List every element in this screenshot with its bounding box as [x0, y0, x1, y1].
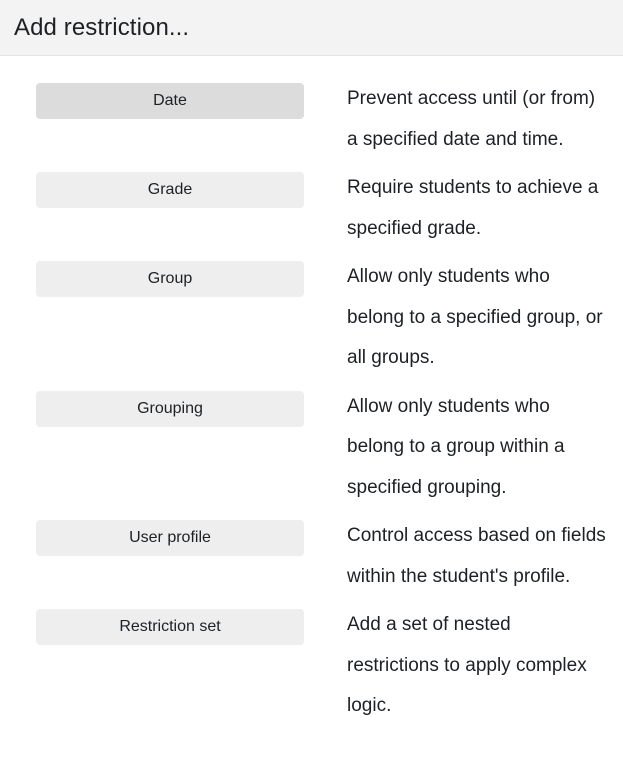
option-description-cell: Require students to achieve a specified …	[347, 172, 623, 253]
dialog-body: Date Prevent access until (or from) a sp…	[0, 56, 623, 731]
restriction-option-restriction-set-description: Add a set of nested restrictions to appl…	[347, 614, 587, 716]
option-button-cell: Group	[0, 261, 347, 297]
add-restriction-dialog: Add restriction... Date Prevent access u…	[0, 0, 623, 777]
restriction-option-user-profile-description: Control access based on fields within th…	[347, 525, 606, 587]
restriction-option-grade-description: Require students to achieve a specified …	[347, 177, 599, 239]
option-button-cell: Grouping	[0, 390, 347, 427]
restriction-option-group-button[interactable]: Group	[36, 261, 304, 297]
option-button-cell: Date	[0, 83, 347, 119]
list-item: Restriction set Add a set of nested rest…	[0, 609, 623, 731]
restriction-option-date-description: Prevent access until (or from) a specifi…	[347, 88, 596, 150]
option-description-cell: Add a set of nested restrictions to appl…	[347, 609, 623, 731]
page-title: Add restriction...	[14, 13, 190, 41]
restriction-option-user-profile-button[interactable]: User profile	[36, 520, 304, 556]
option-description-cell: Prevent access until (or from) a specifi…	[347, 83, 623, 164]
option-button-cell: Restriction set	[0, 609, 347, 645]
list-item: Grouping Allow only students who belong …	[0, 390, 623, 513]
list-item: User profile Control access based on fie…	[0, 520, 623, 601]
list-item: Grade Require students to achieve a spec…	[0, 172, 623, 253]
list-item: Group Allow only students who belong to …	[0, 261, 623, 383]
dialog-header: Add restriction...	[0, 0, 623, 56]
restriction-option-grouping-description: Allow only students who belong to a grou…	[347, 395, 565, 498]
restriction-option-date-button[interactable]: Date	[36, 83, 304, 119]
option-description-cell: Control access based on fields within th…	[347, 520, 623, 601]
restriction-option-grouping-button[interactable]: Grouping	[36, 390, 304, 427]
list-item: Date Prevent access until (or from) a sp…	[0, 83, 623, 164]
option-button-cell: Grade	[0, 172, 347, 208]
option-description-cell: Allow only students who belong to a grou…	[347, 391, 623, 513]
restriction-option-group-description: Allow only students who belong to a spec…	[347, 266, 603, 368]
option-button-cell: User profile	[0, 520, 347, 556]
restriction-option-list: Date Prevent access until (or from) a sp…	[0, 56, 623, 731]
restriction-option-grade-button[interactable]: Grade	[36, 172, 304, 208]
option-description-cell: Allow only students who belong to a spec…	[347, 261, 623, 383]
restriction-option-restriction-set-button[interactable]: Restriction set	[36, 609, 304, 645]
